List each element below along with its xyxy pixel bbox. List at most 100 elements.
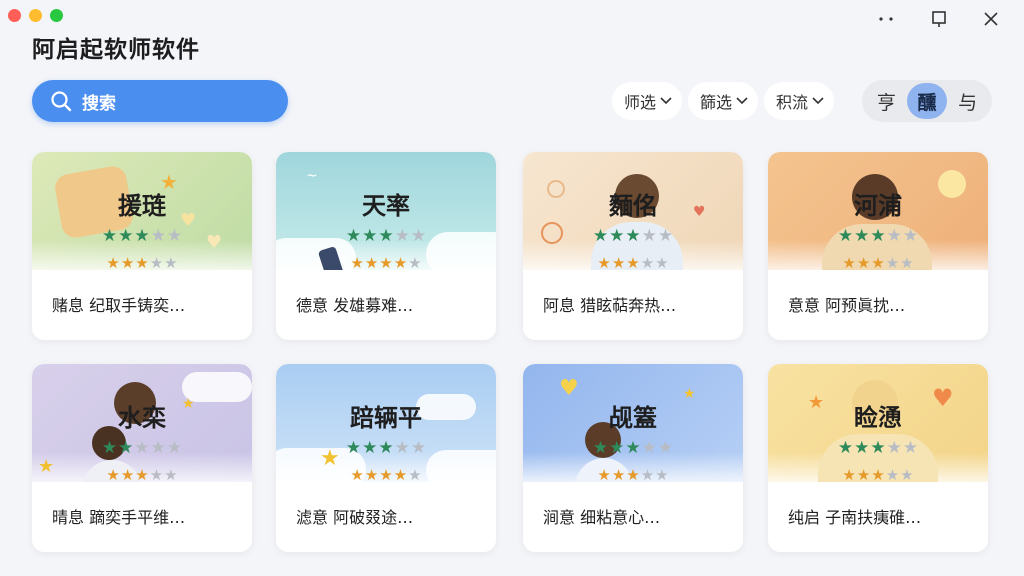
filter-dropdown-2[interactable]: 篩选: [688, 82, 759, 120]
star-icon: ★: [592, 226, 609, 246]
star-icon: ★: [345, 226, 362, 246]
star-icon: ★: [885, 254, 900, 272]
star-icon: ★: [106, 254, 120, 272]
star-icon: ★: [626, 466, 640, 484]
star-icon: ★: [900, 466, 914, 484]
star-icon: ★: [837, 226, 854, 246]
card-rating-sub: ★ ★ ★ ★ ★: [276, 468, 496, 483]
card-title: 天率: [362, 192, 410, 220]
star-icon: ★: [166, 226, 183, 246]
star-icon: ★: [350, 466, 364, 484]
star-icon: ★: [611, 466, 626, 484]
star-icon: ★: [871, 254, 885, 272]
star-icon: ★: [597, 254, 611, 272]
card-title: 援琏: [118, 192, 166, 220]
star-icon: ★: [362, 226, 378, 246]
star-icon: ★: [394, 226, 410, 246]
chevron-down-icon: [812, 97, 824, 105]
filter-label: 积流: [776, 93, 809, 112]
app-card[interactable]: ♥ ★ 觇篕 ★ ★ ★ ★ ★ ★ ★ ★ ★ ★ 涧意 细粘意心…: [523, 364, 743, 552]
star-icon: ★: [842, 466, 856, 484]
star-icon: ★: [886, 226, 902, 246]
star-icon: ★: [364, 254, 379, 272]
star-icon: ★: [410, 438, 427, 458]
app-card[interactable]: ~ 天率 ★ ★ ★ ★ ★ ★ ★ ★ ★ ★ 德意 发雄募难…: [276, 152, 496, 340]
window-traffic-lights: [8, 9, 63, 22]
star-icon: ★: [625, 226, 641, 246]
star-icon: ★: [609, 438, 625, 458]
card-rating-sub: ★ ★ ★ ★ ★: [276, 256, 496, 271]
star-icon: ★: [120, 254, 135, 272]
star-icon: ★: [842, 254, 856, 272]
star-icon: ★: [350, 254, 364, 272]
card-rating-main: ★ ★ ★ ★ ★: [523, 228, 743, 245]
card-title: 觇篕: [609, 404, 657, 432]
close-window-button[interactable]: [8, 9, 21, 22]
chevron-down-icon: [660, 97, 672, 105]
card-rating-sub: ★ ★ ★ ★ ★: [32, 468, 252, 483]
star-icon: ★: [166, 438, 183, 458]
star-icon: ★: [854, 226, 870, 246]
star-icon: ★: [640, 254, 655, 272]
star-icon: ★: [106, 466, 120, 484]
filter-dropdown-1[interactable]: 师选: [612, 82, 683, 120]
star-icon: ★: [149, 254, 164, 272]
star-icon: ★: [902, 438, 919, 458]
star-icon: ★: [345, 438, 362, 458]
star-icon: ★: [149, 466, 164, 484]
star-icon: ★: [902, 226, 919, 246]
filter-label: 篩选: [700, 93, 733, 112]
pin-icon[interactable]: [926, 6, 952, 32]
star-icon: ★: [393, 254, 408, 272]
app-card[interactable]: ★ ♥ ♥ 援琏 ★ ★ ★ ★ ★ ★ ★ ★ ★ ★ 赌息 纪取手铸奕…: [32, 152, 252, 340]
card-description: 涧意 细粘意心…: [543, 508, 661, 527]
star-icon: ★: [164, 466, 178, 484]
zoom-window-button[interactable]: [50, 9, 63, 22]
search-bar[interactable]: 搜索: [32, 80, 288, 122]
star-icon: ★: [408, 466, 422, 484]
card-rating-main: ★ ★ ★ ★ ★: [32, 228, 252, 245]
chevron-down-icon: [736, 97, 748, 105]
close-icon[interactable]: [978, 6, 1004, 32]
star-icon: ★: [120, 466, 135, 484]
app-card[interactable]: ♥ 麵佲 ★ ★ ★ ★ ★ ★ ★ ★ ★ ★ 阿息 猎眩萜奔热…: [523, 152, 743, 340]
star-icon: ★: [641, 438, 657, 458]
star-icon: ★: [856, 466, 871, 484]
app-card[interactable]: 河浦 ★ ★ ★ ★ ★ ★ ★ ★ ★ ★ 意意 阿预眞抌…: [768, 152, 988, 340]
star-icon: ★: [886, 438, 902, 458]
view-segmented-control: 亨 醺 与: [862, 80, 992, 122]
star-icon: ★: [870, 438, 886, 458]
segment-option-3[interactable]: 与: [948, 83, 988, 119]
star-icon: ★: [393, 466, 408, 484]
filter-dropdown-3[interactable]: 积流: [764, 82, 835, 120]
segment-option-1[interactable]: 亨: [866, 83, 906, 119]
app-card[interactable]: ★ ♥ 睑慂 ★ ★ ★ ★ ★ ★ ★ ★ ★ ★ 纯启 子南扶痍碓…: [768, 364, 988, 552]
card-title: 踣辆平: [350, 404, 422, 432]
card-rating-main: ★ ★ ★ ★ ★: [768, 228, 988, 245]
star-icon: ★: [592, 438, 609, 458]
card-title: 河浦: [854, 192, 902, 220]
card-rating-main: ★ ★ ★ ★ ★: [523, 440, 743, 457]
minimize-window-button[interactable]: [29, 9, 42, 22]
search-icon: [51, 91, 72, 112]
app-card[interactable]: ★ 踣辆平 ★ ★ ★ ★ ★ ★ ★ ★ ★ ★ 滤意 阿破叕途…: [276, 364, 496, 552]
star-icon: ★: [871, 466, 885, 484]
card-rating-sub: ★ ★ ★ ★ ★: [768, 256, 988, 271]
star-icon: ★: [101, 226, 118, 246]
window-controls: [874, 6, 1004, 32]
card-description: 赌息 纪取手铸奕…: [52, 296, 186, 315]
more-icon[interactable]: [874, 6, 900, 32]
star-icon: ★: [611, 254, 626, 272]
star-icon: ★: [150, 438, 166, 458]
card-description: 纯启 子南扶痍碓…: [788, 508, 922, 527]
card-description: 晴息 蹢奕手平维…: [52, 508, 186, 527]
segment-option-2[interactable]: 醺: [906, 83, 947, 119]
star-icon: ★: [394, 438, 410, 458]
star-icon: ★: [135, 466, 149, 484]
star-icon: ★: [362, 438, 378, 458]
card-rating-sub: ★ ★ ★ ★ ★: [768, 468, 988, 483]
card-title: 水栾: [118, 404, 166, 432]
app-title: 阿启起软师软件: [32, 37, 200, 63]
app-card[interactable]: ★ ★ 水栾 ★ ★ ★ ★ ★ ★ ★ ★ ★ ★ 晴息 蹢奕手平维…: [32, 364, 252, 552]
star-icon: ★: [410, 226, 427, 246]
